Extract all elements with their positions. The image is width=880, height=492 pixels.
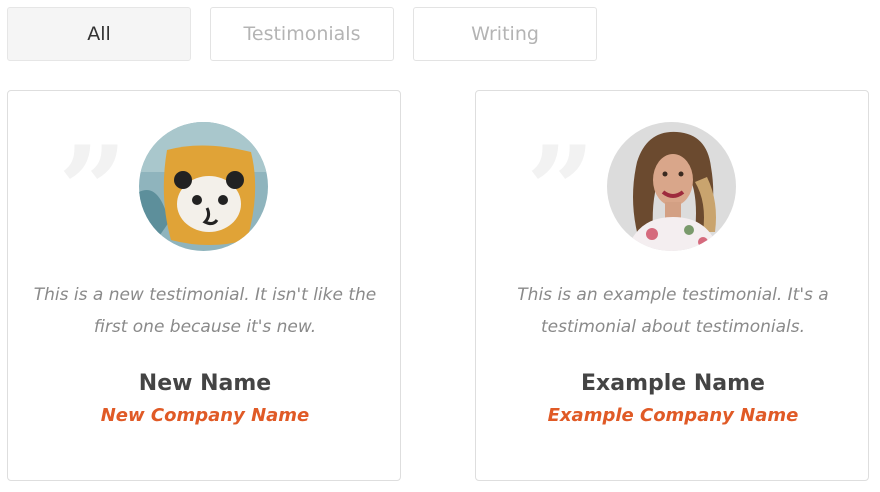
filter-bar: All Testimonials Writing bbox=[7, 7, 597, 61]
testimonial-company[interactable]: New Company Name bbox=[8, 405, 402, 426]
testimonial-card: ” This is an example testimonial. It's a… bbox=[475, 90, 869, 481]
plush-pillow-avatar bbox=[139, 122, 268, 251]
quote-icon: ” bbox=[58, 120, 128, 261]
testimonial-name: New Name bbox=[138, 371, 272, 396]
testimonial-text: This is a new testimonial. It isn't like… bbox=[33, 285, 377, 337]
testimonial-card: ” This is a new testimonial. It isn't li… bbox=[7, 90, 401, 481]
testimonial-name: Example Name bbox=[581, 371, 765, 396]
filter-testimonials[interactable]: Testimonials bbox=[210, 7, 394, 61]
quote-icon: ” bbox=[526, 120, 596, 261]
filter-all[interactable]: All bbox=[7, 7, 191, 61]
testimonial-text: This is an example testimonial. It's a t… bbox=[517, 285, 829, 337]
testimonials-page: All Testimonials Writing ” This is a new… bbox=[0, 0, 880, 492]
testimonial-company[interactable]: Example Company Name bbox=[476, 405, 870, 426]
smiling-woman-avatar bbox=[607, 122, 736, 251]
filter-writing[interactable]: Writing bbox=[413, 7, 597, 61]
